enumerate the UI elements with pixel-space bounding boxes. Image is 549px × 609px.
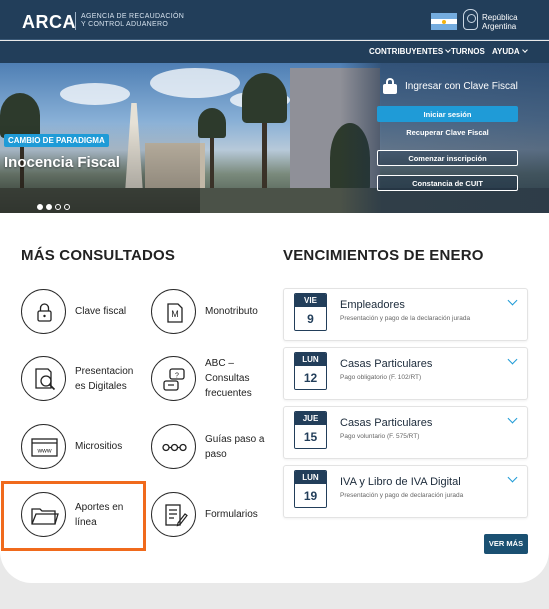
login-title: Ingresar con Clave Fiscal [405, 81, 518, 92]
gov-line-1: República [482, 13, 518, 22]
monotributo-icon: M [151, 289, 196, 334]
chevron-down-icon[interactable] [507, 413, 518, 424]
quick-link-label: Presentacion es Digitales [75, 366, 134, 392]
deadline-subtitle: Pago obligatorio (F. 102/RT) [340, 374, 422, 381]
form-edit-icon [151, 492, 196, 537]
quick-link-label: Micrositios [75, 441, 123, 452]
faq-chat-icon: ? [151, 356, 196, 401]
chevron-down-icon[interactable] [507, 295, 518, 306]
government-label: República Argentina [482, 13, 518, 31]
main-nav: CONTRIBUYENTES TURNOS AYUDA [0, 41, 549, 63]
deadlines-title: VENCIMIENTOS DE ENERO [283, 247, 484, 264]
chevron-down-icon [521, 47, 528, 53]
national-seal-icon [463, 9, 478, 30]
agency-name: AGENCIA DE RECAUDACIÓN Y CONTROL ADUANER… [81, 13, 184, 29]
deadline-date: 12 [295, 366, 326, 389]
www-browser-icon: www [21, 424, 66, 469]
calendar-icon: LUN 19 [294, 470, 327, 508]
quick-link-label: Guías paso a paso [205, 434, 265, 460]
recover-key-link[interactable]: Recuperar Clave Fiscal [377, 128, 518, 137]
deadline-day: JUE [295, 412, 326, 425]
quick-link-label: ABC – Consultas frecuentes [205, 358, 252, 399]
deadline-subtitle: Pago voluntario (F. 575/RT) [340, 433, 420, 440]
deadline-subtitle: Presentación y pago de declaración jurad… [340, 492, 464, 499]
calendar-icon: JUE 15 [294, 411, 327, 449]
start-registration-button[interactable]: Comenzar inscripción [377, 150, 518, 166]
deadline-title: Casas Particulares [340, 417, 433, 429]
svg-text:M: M [171, 309, 179, 319]
lock-icon [383, 78, 397, 94]
cuit-certificate-button[interactable]: Constancia de CUIT [377, 175, 518, 191]
lock-icon [21, 289, 66, 334]
hero-title[interactable]: Inocencia Fiscal [4, 154, 120, 171]
gov-line-2: Argentina [482, 22, 517, 31]
deadline-title: IVA y Libro de IVA Digital [340, 476, 461, 488]
svg-text:?: ? [175, 373, 179, 380]
quick-link-label: Monotributo [205, 306, 258, 317]
logo-divider [75, 12, 76, 30]
nav-contribuyentes[interactable]: CONTRIBUYENTES [369, 47, 452, 56]
calendar-icon: VIE 9 [294, 293, 327, 331]
deadline-date: 19 [295, 484, 326, 507]
nav-turnos-label: TURNOS [451, 47, 485, 56]
carousel-dot[interactable] [64, 204, 70, 210]
agency-line-2: Y CONTROL ADUANERO [81, 21, 169, 28]
chevron-down-icon[interactable] [507, 472, 518, 483]
deadline-card[interactable]: LUN 12 Casas Particulares Pago obligatori… [283, 347, 528, 400]
deadline-title: Casas Particulares [340, 358, 433, 370]
deadline-day: VIE [295, 294, 326, 307]
steps-icon [151, 424, 196, 469]
carousel-dot[interactable] [37, 204, 43, 210]
top-header: ARCA AGENCIA DE RECAUDACIÓN Y CONTROL AD… [0, 0, 549, 40]
login-button[interactable]: Iniciar sesión [377, 106, 518, 122]
agency-line-1: AGENCIA DE RECAUDACIÓN [81, 13, 185, 20]
quick-link-label: Clave fiscal [75, 306, 127, 317]
nav-turnos[interactable]: TURNOS [451, 47, 485, 56]
chevron-down-icon[interactable] [507, 354, 518, 365]
deadline-title: Empleadores [340, 299, 405, 311]
deadline-date: 15 [295, 425, 326, 448]
deadline-card[interactable]: LUN 19 IVA y Libro de IVA Digital Present… [283, 465, 528, 518]
carousel-dot[interactable] [46, 204, 52, 210]
svg-text:www: www [36, 448, 51, 455]
argentina-flag-icon [431, 13, 457, 30]
document-search-icon [21, 356, 66, 401]
nav-ayuda-label: AYUDA [492, 47, 520, 56]
deadline-subtitle: Presentación y pago de la declaración ju… [340, 315, 471, 322]
quick-link-label: Formularios [205, 509, 258, 520]
most-consulted-title: MÁS CONSULTADOS [21, 247, 176, 264]
hero-badge: CAMBIO DE PARADIGMA [4, 134, 109, 147]
carousel-dot[interactable] [55, 204, 61, 210]
calendar-icon: LUN 12 [294, 352, 327, 390]
see-more-button[interactable]: VER MÁS [484, 534, 528, 554]
arca-logo[interactable]: ARCA [22, 12, 76, 33]
deadline-day: LUN [295, 471, 326, 484]
nav-contribuyentes-label: CONTRIBUYENTES [369, 47, 444, 56]
deadline-card[interactable]: JUE 15 Casas Particulares Pago voluntario… [283, 406, 528, 459]
highlight-box [1, 481, 146, 551]
deadline-day: LUN [295, 353, 326, 366]
deadline-card[interactable]: VIE 9 Empleadores Presentación y pago de … [283, 288, 528, 341]
deadline-date: 9 [295, 307, 326, 330]
nav-ayuda[interactable]: AYUDA [492, 47, 528, 56]
